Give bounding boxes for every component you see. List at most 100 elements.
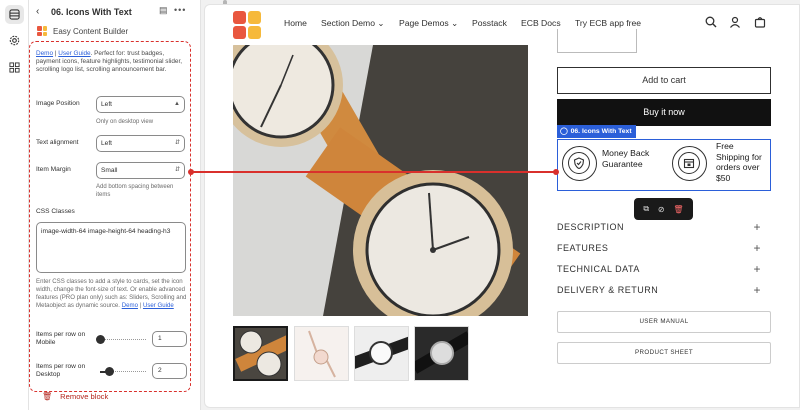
image-position-value: Left <box>101 101 112 108</box>
more-icon[interactable]: ••• <box>174 5 186 15</box>
items-desktop-slider[interactable] <box>100 367 146 376</box>
demo-link[interactable]: Demo <box>36 50 53 57</box>
text-alignment-value: Left <box>101 140 112 147</box>
text-alignment-label: Text alignment <box>36 139 79 146</box>
nav-item[interactable]: Page Demos ⌄ <box>399 18 458 29</box>
accordion-label: TECHNICAL DATA <box>557 264 640 274</box>
items-desktop-label: Items per row on Desktop <box>36 363 86 378</box>
plus-icon: + <box>753 220 761 234</box>
product-thumbnail[interactable] <box>233 326 288 381</box>
item-margin-label: Item Margin <box>36 166 71 173</box>
trash-icon: 🗑 <box>42 392 53 401</box>
selection-connector <box>191 171 556 173</box>
accordion-delivery-return[interactable]: DELIVERY & RETURN + <box>557 283 761 299</box>
css-demo-link[interactable]: Demo <box>122 302 138 309</box>
remove-block-label: Remove block <box>60 392 109 401</box>
app-name: Easy Content Builder <box>53 26 129 36</box>
block-description: Demo | User Guide. Perfect for: trust ba… <box>36 50 186 74</box>
selected-section-tag[interactable]: ◯ 06. Icons With Text <box>557 125 636 138</box>
accordion-label: DELIVERY & RETURN <box>557 285 659 295</box>
css-classes-textarea[interactable]: image-width-64 image-height-64 heading-h… <box>36 222 186 273</box>
user-manual-button[interactable]: USER MANUAL <box>557 311 771 333</box>
nav-item[interactable]: Posstack <box>472 18 507 28</box>
account-icon[interactable] <box>729 16 741 31</box>
plus-icon: + <box>753 241 761 255</box>
block-toolbar: ⧉ ⊘ 🗑 <box>634 198 693 220</box>
app-badge: Easy Content Builder <box>37 24 128 38</box>
nav-item[interactable]: ECB Docs <box>521 18 561 28</box>
slider-thumb[interactable] <box>96 335 105 344</box>
database-icon[interactable]: ▤ <box>159 5 168 16</box>
items-mobile-input[interactable]: 1 <box>152 331 187 347</box>
image-position-label: Image Position <box>36 100 80 107</box>
product-thumbnail[interactable] <box>294 326 349 381</box>
image-position-select[interactable]: Left ▲ <box>96 96 185 113</box>
nav-item[interactable]: Section Demo ⌄ <box>321 18 385 29</box>
delete-icon[interactable]: 🗑 <box>673 205 683 214</box>
nav-item[interactable]: Home <box>284 18 307 28</box>
duplicate-icon[interactable]: ⧉ <box>643 204 649 214</box>
gear-icon[interactable] <box>5 31 24 50</box>
item-margin-select[interactable]: Small ⇵ <box>96 162 185 179</box>
badge-text-line: Money Back <box>602 148 650 158</box>
section-tag-label: 06. Icons With Text <box>570 128 632 135</box>
plus-icon: + <box>753 283 761 297</box>
css-classes-label: CSS Classes <box>36 208 75 215</box>
site-logo[interactable] <box>233 11 261 39</box>
badge-text-line: $50 <box>716 172 731 183</box>
badge-text-line: Guarantee <box>602 158 643 169</box>
sections-icon[interactable] <box>5 5 24 24</box>
accordion-label: DESCRIPTION <box>557 222 625 232</box>
section-icon: ◯ <box>560 128 568 135</box>
block-title: 06. Icons With Text <box>51 7 132 17</box>
css-classes-note: Enter CSS classes to add a style to card… <box>36 278 188 310</box>
select-chevron-icon: ⇵ <box>174 167 180 173</box>
connector-dot <box>553 169 559 175</box>
apps-icon[interactable] <box>5 58 24 77</box>
item-margin-value: Small <box>101 167 118 174</box>
product-main-image[interactable] <box>233 45 528 316</box>
icons-with-text-block[interactable]: Money Back Guarantee Free Shipping for o… <box>557 139 771 191</box>
items-desktop-input[interactable]: 2 <box>152 363 187 379</box>
money-back-text: Money Back Guarantee <box>602 148 649 169</box>
remove-block-button[interactable]: 🗑 Remove block <box>42 392 108 401</box>
item-margin-hint: Add bottom spacing between items <box>96 184 174 198</box>
free-shipping-text: Free Shipping for orders over $50 <box>716 141 762 183</box>
accordion-label: FEATURES <box>557 243 609 253</box>
accordion-features[interactable]: FEATURES + <box>557 241 761 257</box>
accordion-technical-data[interactable]: TECHNICAL DATA + <box>557 262 761 278</box>
cart-icon[interactable] <box>754 16 766 31</box>
css-user-guide-link[interactable]: User Guide <box>143 302 174 309</box>
text-alignment-select[interactable]: Left ⇵ <box>96 135 185 152</box>
badge-text-line: Free <box>716 141 734 151</box>
badge-text-line: orders over <box>716 162 760 172</box>
free-shipping-badge <box>672 146 707 181</box>
product-sheet-button[interactable]: PRODUCT SHEET <box>557 342 771 364</box>
app-rail <box>0 0 29 410</box>
search-icon[interactable] <box>705 16 717 31</box>
user-guide-link[interactable]: User Guide <box>58 50 90 57</box>
product-thumbnail[interactable] <box>414 326 469 381</box>
app-logo-icon <box>37 26 47 36</box>
hide-icon[interactable]: ⊘ <box>658 205 665 214</box>
product-thumbnail[interactable] <box>354 326 409 381</box>
select-chevron-icon: ⇵ <box>174 140 180 146</box>
nav-item[interactable]: Try ECB app free <box>575 18 641 28</box>
chevron-left-icon[interactable]: ‹ <box>36 6 39 17</box>
badge-text-line: Shipping for <box>716 151 762 162</box>
storefront-preview: Home Section Demo ⌄ Page Demos ⌄ Posstack EC… <box>204 4 800 408</box>
add-to-cart-button[interactable]: Add to cart <box>557 67 771 94</box>
connector-dot <box>188 169 194 175</box>
package-icon <box>678 152 700 174</box>
quantity-selector[interactable] <box>557 29 637 53</box>
money-back-badge <box>562 146 597 181</box>
items-mobile-label: Items per row on Mobile <box>36 331 86 346</box>
plus-icon: + <box>753 262 761 276</box>
buy-now-button[interactable]: Buy it now <box>557 99 771 126</box>
accordion-description[interactable]: DESCRIPTION + <box>557 220 761 236</box>
items-mobile-slider[interactable] <box>96 335 146 344</box>
panel-header: ‹ 06. Icons With Text ▤ ••• <box>29 0 201 24</box>
image-position-hint: Only on desktop view <box>96 119 154 125</box>
shield-check-icon <box>568 152 590 174</box>
select-chevron-icon: ▲ <box>174 101 180 107</box>
